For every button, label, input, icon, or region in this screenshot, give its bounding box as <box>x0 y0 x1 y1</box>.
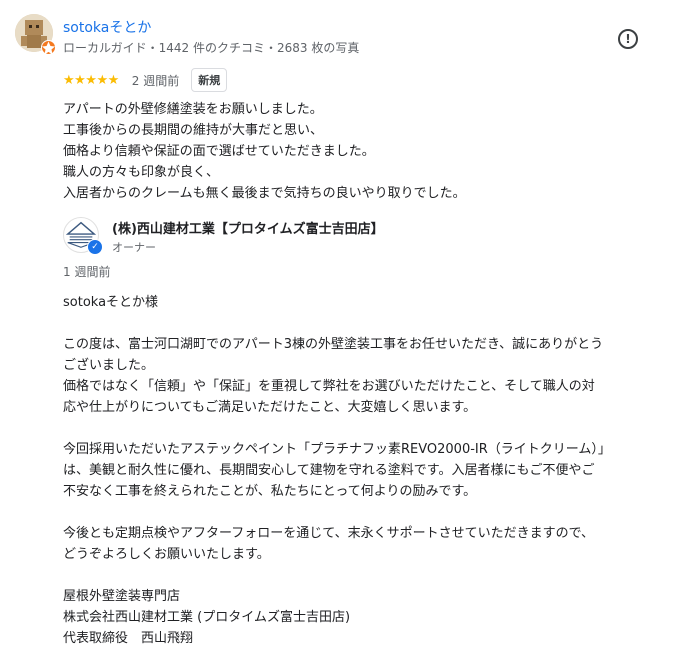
reply-line: 価格ではなく「信頼」や「保証」を重視して弊社をお選びいただけたこと、そして職人の… <box>63 379 595 394</box>
reply-line <box>63 418 655 439</box>
reply-line: ございました。 <box>63 358 155 373</box>
reply-line: sotokaそとか様 <box>63 295 159 310</box>
new-badge: 新規 <box>191 68 228 92</box>
reply-line: は、美観と耐久性に優れ、長期間安心して建物を守れる塗料です。入居者様にもご不便や… <box>63 463 595 478</box>
reply-line: どうぞよろしくお願いいたします。 <box>63 547 270 562</box>
local-guide-badge-icon <box>41 40 56 55</box>
review-line: 工事後からの長期間の維持が大事だと思い、 <box>63 123 324 138</box>
owner-role: オーナー <box>112 241 156 254</box>
reply-line: 代表取締役 西山飛翔 <box>63 631 194 646</box>
reply-line: 今回採用いただいたアステックペイント「プラチナフッ素REVO2000-IR（ライ… <box>63 442 611 457</box>
reply-time: 1 週間前 <box>63 265 111 279</box>
review-time: 2 週間前 <box>131 73 180 88</box>
review-line: アパートの外壁修繕塗装をお願いしました。 <box>63 102 323 117</box>
reply-line: 応や仕上がりについてもご満足いただけたこと、大変嬉しく思います。 <box>63 400 477 415</box>
rating-row: ★★★★★ 2 週間前 新規 <box>63 68 228 92</box>
review-text: アパートの外壁修繕塗装をお願いしました。 工事後からの長期間の維持が大事だと思い… <box>63 99 653 204</box>
reply-line: この度は、富士河口湖町でのアパート3棟の外壁塗装工事をお任せいただき、誠にありが… <box>63 337 604 352</box>
reviewer-meta: ローカルガイド・1442 件のクチコミ・2683 枚の写真 <box>63 41 360 55</box>
review-line: 価格より信頼や保証の面で選ばせていただきました。 <box>63 144 375 159</box>
reply-line <box>63 502 655 523</box>
reply-line <box>63 565 655 586</box>
review-line: 職人の方々も印象が良く、 <box>63 165 220 180</box>
reviewer-name-link[interactable]: sotokaそとか <box>63 17 151 37</box>
reply-line: 屋根外壁塗装専門店 <box>63 589 181 604</box>
owner-reply-text: sotokaそとか様 この度は、富士河口湖町でのアパート3棟の外壁塗装工事をお任… <box>63 292 655 649</box>
review-line: 入居者からのクレームも無く最後まで気持ちの良いやり取りでした。 <box>63 186 466 201</box>
reply-line <box>63 313 655 334</box>
reply-line: 今後とも定期点検やアフターフォローを通じて、末永くサポートさせていただきますので… <box>63 526 595 541</box>
reply-line: 株式会社西山建材工業 (プロタイムズ富士吉田店) <box>63 610 351 625</box>
report-icon[interactable]: ! <box>618 29 638 49</box>
star-rating: ★★★★★ <box>63 72 119 88</box>
reviewer-avatar[interactable] <box>15 14 56 55</box>
reply-line: 不安なく工事を終えられたことが、私たちにとって何よりの励みです。 <box>63 484 477 499</box>
verified-check-icon: ✓ <box>87 239 103 255</box>
owner-name: (株)西山建材工業【プロタイムズ富士吉田店】 <box>112 222 384 237</box>
